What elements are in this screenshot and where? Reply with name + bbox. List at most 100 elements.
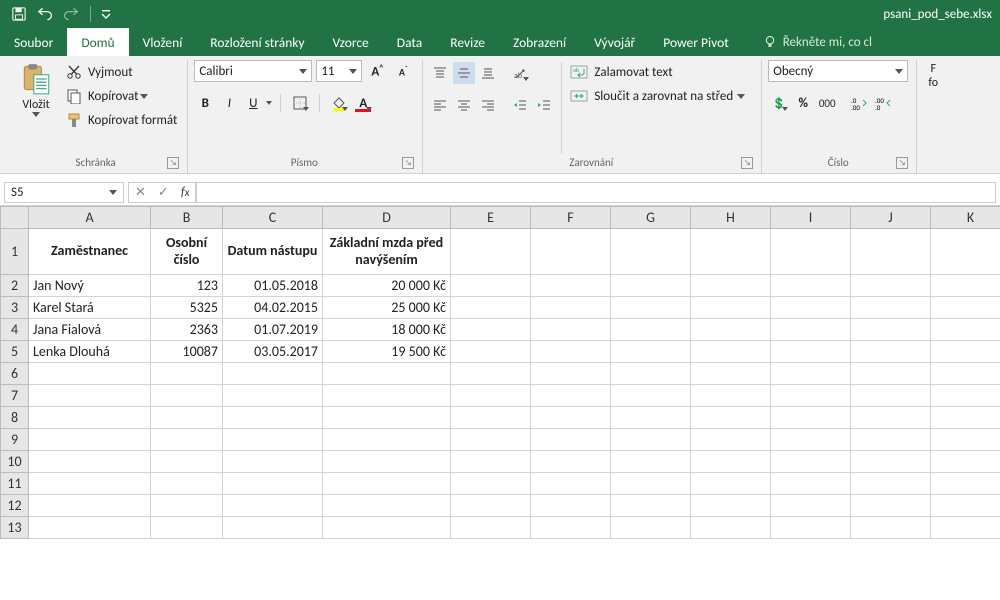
cell-A2[interactable]: Jan Nový (29, 275, 151, 297)
copy-button[interactable]: Kopírovat (64, 84, 179, 108)
cell-E1[interactable] (451, 229, 531, 275)
cell-E2[interactable] (451, 275, 531, 297)
cell-A5[interactable]: Lenka Dlouhá (29, 341, 151, 363)
cell-E4[interactable] (451, 319, 531, 341)
col-header-C[interactable]: C (223, 207, 323, 229)
cell-J4[interactable] (851, 319, 931, 341)
row-header-2[interactable]: 2 (1, 275, 29, 297)
alignment-launcher[interactable]: ↘ (741, 157, 753, 169)
cell-D4[interactable]: 18 000 Kč (323, 319, 451, 341)
increase-font-button[interactable]: A^ (366, 60, 388, 82)
row-header-3[interactable]: 3 (1, 297, 29, 319)
col-header-J[interactable]: J (851, 207, 931, 229)
align-top-button[interactable] (429, 62, 451, 84)
row-header-9[interactable]: 9 (1, 429, 29, 451)
row-header-4[interactable]: 4 (1, 319, 29, 341)
align-bottom-button[interactable] (477, 62, 499, 84)
cell-C2[interactable]: 01.05.2018 (223, 275, 323, 297)
decrease-decimal-button[interactable]: .00.0 (872, 92, 894, 114)
confirm-formula-button[interactable]: ✓ (158, 185, 169, 200)
col-header-K[interactable]: K (931, 207, 1000, 229)
cell-F3[interactable] (531, 297, 611, 319)
decrease-indent-button[interactable] (509, 94, 531, 116)
col-header-G[interactable]: G (611, 207, 691, 229)
row-header-6[interactable]: 6 (1, 363, 29, 385)
row-header-8[interactable]: 8 (1, 407, 29, 429)
cell-B3[interactable]: 5325 (151, 297, 223, 319)
cell-K1[interactable] (931, 229, 1000, 275)
cell-B2[interactable]: 123 (151, 275, 223, 297)
cancel-formula-button[interactable]: ✕ (135, 185, 146, 200)
row-header-5[interactable]: 5 (1, 341, 29, 363)
cell-F1[interactable] (531, 229, 611, 275)
name-box[interactable]: S5 (4, 182, 124, 203)
cell-F5[interactable] (531, 341, 611, 363)
cell-B4[interactable]: 2363 (151, 319, 223, 341)
cell-K5[interactable] (931, 341, 1000, 363)
font-size-select[interactable]: 11 (316, 60, 362, 82)
cell-D2[interactable]: 20 000 Kč (323, 275, 451, 297)
cell-J2[interactable] (851, 275, 931, 297)
col-header-A[interactable]: A (29, 207, 151, 229)
save-button[interactable] (8, 3, 30, 25)
paste-button[interactable]: Vložit (12, 60, 60, 119)
select-all-corner[interactable] (1, 207, 29, 229)
italic-button[interactable]: I (218, 92, 240, 114)
align-right-button[interactable] (477, 94, 499, 116)
col-header-F[interactable]: F (531, 207, 611, 229)
cell-J1[interactable] (851, 229, 931, 275)
col-header-I[interactable]: I (771, 207, 851, 229)
tab-formulas[interactable]: Vzorce (319, 28, 383, 56)
decrease-font-button[interactable]: Aˇ (392, 60, 414, 82)
cell-G1[interactable] (611, 229, 691, 275)
cell-C4[interactable]: 01.07.2019 (223, 319, 323, 341)
cell-C1[interactable]: Datum nástupu (223, 229, 323, 275)
wrap-text-button[interactable]: ab Zalamovat text (568, 60, 753, 84)
col-header-D[interactable]: D (323, 207, 451, 229)
cell-E3[interactable] (451, 297, 531, 319)
cell-B5[interactable]: 10087 (151, 341, 223, 363)
cell-K4[interactable] (931, 319, 1000, 341)
cell-E5[interactable] (451, 341, 531, 363)
cell-A3[interactable]: Karel Stará (29, 297, 151, 319)
orientation-button[interactable]: ab (509, 62, 531, 84)
formula-input[interactable] (196, 182, 996, 203)
format-painter-button[interactable]: Kopírovat formát (64, 108, 179, 132)
row-header-10[interactable]: 10 (1, 451, 29, 473)
cut-button[interactable]: Vyjmout (64, 60, 179, 84)
cell-G5[interactable] (611, 341, 691, 363)
row-header-13[interactable]: 13 (1, 517, 29, 539)
cell-K2[interactable] (931, 275, 1000, 297)
accounting-format-button[interactable]: 💲 (768, 92, 790, 114)
tab-review[interactable]: Revize (436, 28, 499, 56)
cell-H4[interactable] (691, 319, 771, 341)
cell-B1[interactable]: Osobní číslo (151, 229, 223, 275)
tab-powerpivot[interactable]: Power Pivot (649, 28, 742, 56)
merge-center-button[interactable]: Sloučit a zarovnat na střed (568, 84, 753, 108)
align-middle-button[interactable] (453, 62, 475, 84)
align-left-button[interactable] (429, 94, 451, 116)
col-header-B[interactable]: B (151, 207, 223, 229)
tab-home[interactable]: Domů (67, 28, 128, 56)
cell-F4[interactable] (531, 319, 611, 341)
col-header-H[interactable]: H (691, 207, 771, 229)
row-header-7[interactable]: 7 (1, 385, 29, 407)
cell-J5[interactable] (851, 341, 931, 363)
tab-view[interactable]: Zobrazení (499, 28, 580, 56)
cell-D5[interactable]: 19 500 Kč (323, 341, 451, 363)
borders-button[interactable] (289, 92, 311, 114)
percent-format-button[interactable]: % (792, 92, 814, 114)
tab-developer[interactable]: Vývojář (580, 28, 649, 56)
cell-C5[interactable]: 03.05.2017 (223, 341, 323, 363)
row-header-12[interactable]: 12 (1, 495, 29, 517)
tab-insert[interactable]: Vložení (129, 28, 197, 56)
row-header-1[interactable]: 1 (1, 229, 29, 275)
cell-H3[interactable] (691, 297, 771, 319)
cell-I2[interactable] (771, 275, 851, 297)
cell-A1[interactable]: Zaměstnanec (29, 229, 151, 275)
cell-G4[interactable] (611, 319, 691, 341)
redo-button[interactable] (60, 3, 82, 25)
align-center-button[interactable] (453, 94, 475, 116)
cell-G2[interactable] (611, 275, 691, 297)
number-launcher[interactable]: ↘ (896, 157, 908, 169)
